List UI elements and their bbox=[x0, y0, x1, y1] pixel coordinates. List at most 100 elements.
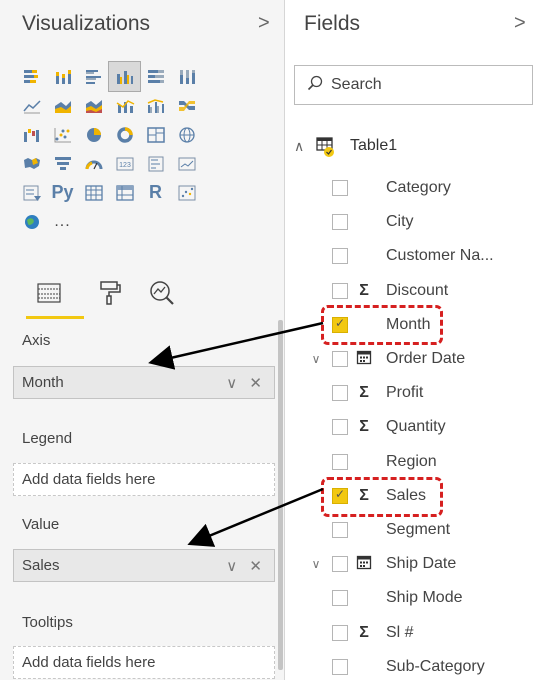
multi-row-card-icon[interactable] bbox=[140, 149, 171, 178]
table-visual-icon[interactable] bbox=[78, 178, 109, 207]
sigma-icon: Σ bbox=[359, 418, 369, 436]
100-stacked-column-icon[interactable] bbox=[171, 62, 202, 91]
field-checkbox[interactable] bbox=[332, 556, 348, 573]
funnel-icon[interactable] bbox=[47, 149, 78, 178]
active-tab-underline bbox=[26, 316, 84, 319]
arcgis-map-icon[interactable] bbox=[16, 207, 47, 236]
value-well[interactable]: Sales ∨ ✕ bbox=[13, 549, 275, 582]
table-icon bbox=[316, 136, 342, 157]
fields-search-input[interactable]: Search bbox=[294, 65, 533, 105]
collapse-visualizations-chevron-icon[interactable]: > bbox=[258, 12, 270, 35]
axis-well-dropdown-remove-icons[interactable]: ∨ ✕ bbox=[226, 374, 266, 392]
field-checkbox[interactable] bbox=[332, 419, 348, 436]
svg-text:123: 123 bbox=[119, 162, 131, 169]
field-checkbox[interactable] bbox=[332, 248, 348, 265]
value-well-value: Sales bbox=[22, 557, 60, 574]
fields-title: Fields bbox=[304, 12, 361, 35]
field-checkbox[interactable] bbox=[332, 214, 348, 231]
field-name: Month bbox=[386, 315, 431, 333]
search-icon bbox=[307, 75, 323, 96]
collapse-fields-chevron-icon[interactable]: > bbox=[514, 12, 526, 35]
map-icon[interactable] bbox=[171, 120, 202, 149]
100-stacked-bar-icon[interactable] bbox=[140, 62, 171, 91]
clustered-bar-icon[interactable] bbox=[78, 62, 109, 91]
field-checkbox[interactable] bbox=[332, 316, 348, 333]
visualizations-scrollbar[interactable] bbox=[278, 320, 283, 670]
donut-chart-icon[interactable] bbox=[109, 120, 140, 149]
line-chart-icon[interactable] bbox=[16, 91, 47, 120]
tooltips-well[interactable]: Add data fields here bbox=[13, 646, 275, 679]
field-name: Sub-Category bbox=[386, 657, 485, 675]
stacked-area-icon[interactable] bbox=[78, 91, 109, 120]
pane-tabs bbox=[20, 272, 260, 322]
more-visuals-icon[interactable]: ... bbox=[47, 207, 78, 236]
format-paint-roller-icon[interactable] bbox=[92, 278, 126, 308]
fields-pane: Fields > Search ∧ Table1 Category City Cus… bbox=[286, 0, 533, 680]
axis-well-value: Month bbox=[22, 374, 64, 391]
gauge-icon[interactable] bbox=[78, 149, 109, 178]
field-checkbox[interactable] bbox=[332, 487, 348, 504]
kpi-icon[interactable] bbox=[171, 149, 202, 178]
field-checkbox[interactable] bbox=[332, 624, 348, 641]
field-name: Customer Na... bbox=[386, 247, 494, 265]
area-chart-icon[interactable] bbox=[47, 91, 78, 120]
python-visual-icon[interactable]: Py bbox=[47, 178, 78, 207]
axis-well[interactable]: Month ∨ ✕ bbox=[13, 366, 275, 399]
slicer-icon[interactable] bbox=[16, 178, 47, 207]
field-checkbox[interactable] bbox=[332, 180, 348, 196]
field-name: Quantity bbox=[386, 418, 446, 436]
ribbon-chart-icon[interactable] bbox=[171, 91, 202, 120]
collapse-table-chevron-icon[interactable]: ∧ bbox=[294, 138, 316, 155]
scatter-icon[interactable] bbox=[47, 120, 78, 149]
field-name: Category bbox=[386, 179, 451, 196]
clustered-column-icon[interactable] bbox=[108, 61, 141, 92]
field-name: Order Date bbox=[386, 350, 466, 367]
visual-gallery: 123 Py R ... bbox=[16, 61, 202, 236]
sigma-icon: Σ bbox=[359, 281, 369, 299]
search-placeholder: Search bbox=[331, 76, 382, 93]
calendar-icon bbox=[355, 349, 373, 370]
calendar-icon bbox=[355, 554, 373, 575]
tooltips-well-placeholder: Add data fields here bbox=[22, 654, 156, 671]
tooltips-well-label: Tooltips bbox=[22, 614, 73, 631]
analytics-magnifier-icon[interactable] bbox=[145, 278, 179, 308]
expand-chevron-icon[interactable]: ∨ bbox=[306, 557, 326, 571]
field-name: Sales bbox=[386, 486, 427, 504]
fields-tab-icon[interactable] bbox=[32, 278, 66, 308]
stacked-column-icon[interactable] bbox=[47, 62, 78, 91]
field-checkbox[interactable] bbox=[332, 351, 348, 367]
field-name: Segment bbox=[386, 521, 451, 538]
sigma-icon: Σ bbox=[359, 486, 369, 504]
value-well-label: Value bbox=[22, 516, 60, 533]
line-column-icon[interactable] bbox=[109, 91, 140, 120]
field-name: Sl # bbox=[386, 623, 414, 641]
treemap-icon[interactable] bbox=[140, 120, 171, 149]
value-well-dropdown-remove-icons[interactable]: ∨ ✕ bbox=[226, 557, 266, 575]
filled-map-icon[interactable] bbox=[16, 149, 47, 178]
stacked-bar-icon[interactable] bbox=[16, 62, 47, 91]
field-checkbox[interactable] bbox=[332, 282, 348, 299]
table-node[interactable]: ∧ Table1 bbox=[294, 132, 397, 160]
axis-well-label: Axis bbox=[22, 332, 51, 349]
field-name: Profit bbox=[386, 384, 424, 402]
r-visual-icon[interactable]: R bbox=[140, 178, 171, 207]
field-checkbox[interactable] bbox=[332, 385, 348, 402]
field-checkbox[interactable] bbox=[332, 658, 348, 675]
field-checkbox[interactable] bbox=[332, 590, 348, 607]
field-name: Ship Mode bbox=[386, 589, 463, 607]
waterfall-icon[interactable] bbox=[16, 120, 47, 149]
card-icon[interactable]: 123 bbox=[109, 149, 140, 178]
field-checkbox[interactable] bbox=[332, 453, 348, 470]
field-checkbox[interactable] bbox=[332, 522, 348, 538]
legend-well[interactable]: Add data fields here bbox=[13, 463, 275, 496]
matrix-icon[interactable] bbox=[109, 178, 140, 207]
decomposition-tree-icon[interactable] bbox=[171, 178, 202, 207]
table-name: Table1 bbox=[350, 137, 398, 154]
visualizations-pane: Visualizations > 123 Py R ... Axis Month… bbox=[0, 0, 285, 680]
field-name: Ship Date bbox=[386, 555, 457, 573]
sigma-icon: Σ bbox=[359, 384, 369, 402]
legend-well-label: Legend bbox=[22, 430, 73, 447]
expand-chevron-icon[interactable]: ∨ bbox=[306, 352, 326, 366]
line-clustered-column-icon[interactable] bbox=[140, 91, 171, 120]
pie-chart-icon[interactable] bbox=[78, 120, 109, 149]
